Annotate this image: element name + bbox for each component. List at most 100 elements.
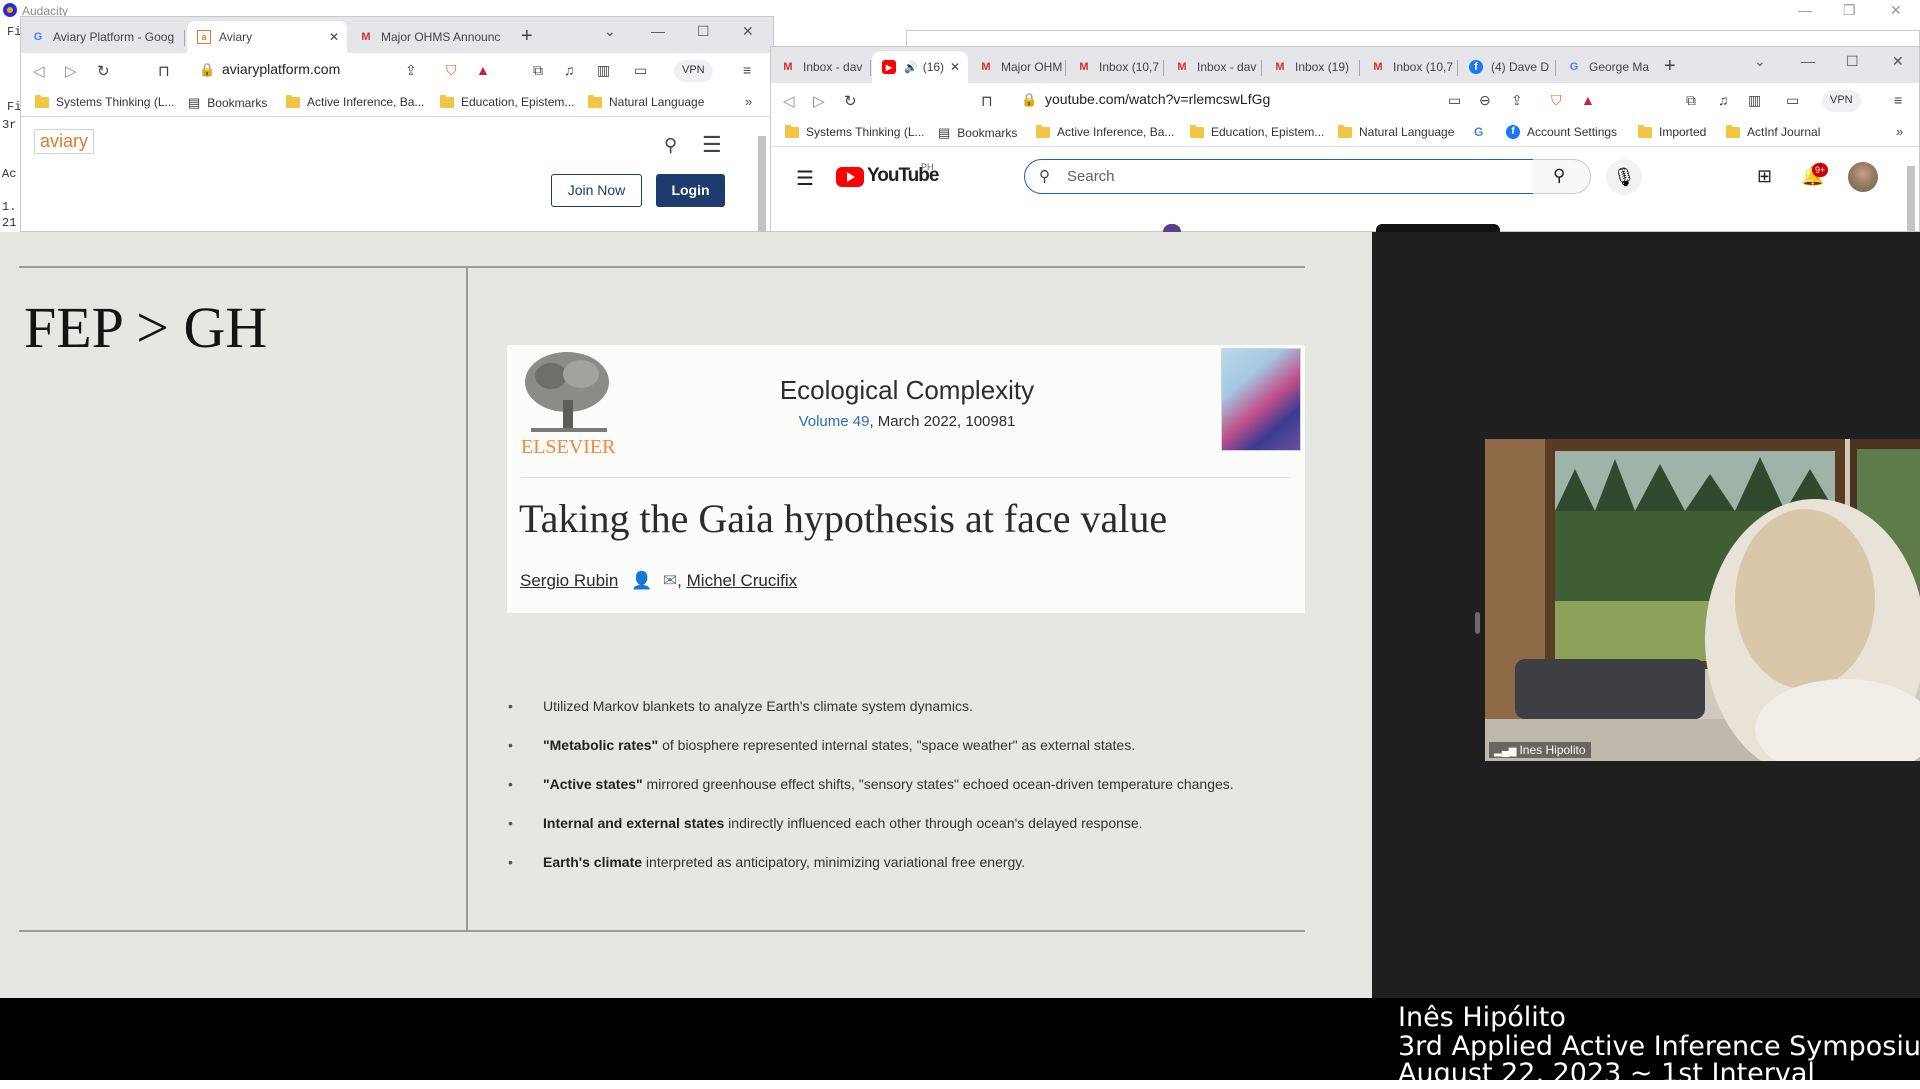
- extensions-icon[interactable]: ⧉: [533, 62, 543, 79]
- minimize-icon[interactable]: —: [1798, 2, 1812, 18]
- wallet-icon[interactable]: ▭: [634, 62, 647, 79]
- tab-inbox-5[interactable]: M Inbox (10,7: [1361, 51, 1458, 83]
- address-bar[interactable]: youtube.com/watch?v=rlemcswLfGg: [1045, 91, 1270, 107]
- close-tab-icon[interactable]: ✕: [329, 30, 339, 44]
- tab-inbox-1[interactable]: M Inbox - dav: [771, 51, 871, 83]
- avatar[interactable]: [1848, 162, 1878, 192]
- bookmark-folder-natural-language[interactable]: Natural Language: [588, 94, 704, 109]
- restore-icon[interactable]: ❐: [1843, 2, 1856, 19]
- bookmark-icon[interactable]: ⊓: [158, 62, 170, 80]
- bookmark-account-settings[interactable]: f Account Settings: [1506, 125, 1617, 139]
- brave-rewards-icon[interactable]: ▲: [476, 62, 490, 78]
- share-icon[interactable]: ⇪: [405, 62, 417, 79]
- aviary-logo[interactable]: aviary: [34, 129, 95, 154]
- bookmark-bookmarks[interactable]: ▤ Bookmarks: [188, 95, 267, 111]
- back-icon[interactable]: ◁: [783, 92, 795, 110]
- hamburger-menu-icon[interactable]: ☰: [702, 132, 722, 158]
- bookmark-folder-education[interactable]: Education, Epistem...: [440, 94, 574, 109]
- cast-icon[interactable]: ▭: [1448, 92, 1461, 109]
- tab-search-icon[interactable]: ⌄: [1754, 53, 1766, 70]
- tab-google[interactable]: G George Ma: [1557, 51, 1654, 83]
- email-icon[interactable]: ✉: [663, 571, 677, 590]
- minimize-icon[interactable]: —: [651, 23, 665, 39]
- bookmark-folder-imported[interactable]: Imported: [1638, 124, 1706, 139]
- bookmark-folder-natural-language[interactable]: Natural Language: [1338, 124, 1454, 139]
- close-window-icon[interactable]: ✕: [742, 23, 754, 40]
- voice-search-icon[interactable]: 🎙: [1606, 159, 1642, 195]
- more-bookmarks-icon[interactable]: »: [745, 94, 752, 109]
- wallet-icon[interactable]: ▭: [1786, 92, 1799, 109]
- tab-inbox-3[interactable]: M Inbox - dav: [1165, 51, 1262, 83]
- maximize-icon[interactable]: ☐: [697, 23, 710, 40]
- address-bar[interactable]: aviaryplatform.com: [222, 61, 340, 77]
- scrollbar[interactable]: [1907, 166, 1915, 232]
- bookmark-bookmarks[interactable]: ▤ Bookmarks: [938, 125, 1017, 141]
- maximize-icon[interactable]: ☐: [1846, 53, 1859, 70]
- sidebar-icon[interactable]: ▥: [1748, 92, 1761, 109]
- tab-facebook[interactable]: f (4) Dave D: [1459, 51, 1556, 83]
- brave-shield-icon[interactable]: ⛉: [446, 62, 457, 79]
- join-now-button[interactable]: Join Now: [551, 174, 642, 207]
- minimize-icon[interactable]: —: [1801, 53, 1815, 69]
- scrollbar[interactable]: [758, 136, 766, 232]
- bookmark-google[interactable]: G: [1474, 125, 1490, 139]
- close-icon[interactable]: ✕: [1890, 2, 1902, 19]
- new-tab-icon[interactable]: +: [1664, 55, 1676, 78]
- person-icon[interactable]: 👤: [631, 571, 652, 590]
- extensions-icon[interactable]: ⧉: [1686, 92, 1696, 109]
- journal-cover-image[interactable]: [1221, 348, 1301, 451]
- media-icon[interactable]: ♫: [564, 62, 575, 78]
- reload-icon[interactable]: ↻: [97, 62, 110, 80]
- tab-aviary[interactable]: a Aviary ✕: [187, 21, 347, 53]
- tab-inbox-4[interactable]: M Inbox (19): [1263, 51, 1360, 83]
- menu-icon[interactable]: ≡: [1894, 92, 1902, 108]
- forward-icon[interactable]: ▷: [65, 62, 77, 80]
- resize-handle[interactable]: [1475, 612, 1480, 634]
- reload-icon[interactable]: ↻: [844, 92, 857, 110]
- sidebar-icon[interactable]: ▥: [597, 62, 610, 79]
- youtube-search-input[interactable]: ⚲ Search: [1024, 159, 1534, 194]
- participant-video[interactable]: ▂▄▆ Ines Hipolito: [1485, 439, 1920, 761]
- brave-shield-icon[interactable]: ⛉: [1551, 92, 1562, 109]
- bookmark-icon[interactable]: ⊓: [981, 92, 993, 110]
- vpn-button[interactable]: VPN: [1822, 90, 1861, 112]
- close-tab-icon[interactable]: ✕: [950, 60, 960, 74]
- volume-link[interactable]: Volume 49: [799, 413, 870, 430]
- bookmark-folder-active-inference[interactable]: Active Inference, Ba...: [1036, 124, 1174, 139]
- search-icon[interactable]: ⚲: [664, 135, 677, 156]
- login-button[interactable]: Login: [656, 174, 725, 207]
- media-icon[interactable]: ♫: [1718, 92, 1729, 108]
- zoom-icon[interactable]: ⊖: [1479, 92, 1491, 109]
- gmail-icon: M: [1177, 61, 1187, 73]
- journal-title[interactable]: Ecological Complexity: [707, 375, 1107, 406]
- tab-youtube[interactable]: ▶ 🔊 (16) ✕: [872, 51, 968, 83]
- tab-major-ohms[interactable]: M Major OHMS Announc: [349, 21, 519, 53]
- tab-search-icon[interactable]: ⌄: [604, 23, 616, 40]
- menu-icon[interactable]: ≡: [743, 62, 751, 78]
- brave-rewards-icon[interactable]: ▲: [1581, 92, 1595, 108]
- close-window-icon[interactable]: ✕: [1892, 53, 1904, 70]
- bookmark-folder-active-inference[interactable]: Active Inference, Ba...: [286, 94, 424, 109]
- bookmark-folder-education[interactable]: Education, Epistem...: [1190, 124, 1324, 139]
- author-link[interactable]: Sergio Rubin: [520, 571, 618, 590]
- bookmark-folder-actinf-journal[interactable]: ActInf Journal: [1726, 124, 1820, 139]
- more-bookmarks-icon[interactable]: »: [1896, 124, 1903, 139]
- create-video-icon[interactable]: ⊞: [1757, 166, 1772, 187]
- tab-aviary-platform-google[interactable]: G Aviary Platform - Goog: [21, 21, 185, 53]
- author-link[interactable]: Michel Crucifix: [687, 571, 798, 590]
- bookmark-folder-systems-thinking[interactable]: Systems Thinking (L...: [785, 124, 925, 139]
- forward-icon[interactable]: ▷: [813, 92, 825, 110]
- bookmark-folder-systems-thinking[interactable]: Systems Thinking (L...: [35, 94, 175, 109]
- new-tab-icon[interactable]: +: [521, 25, 533, 48]
- share-icon[interactable]: ⇪: [1511, 92, 1523, 109]
- youtube-logo-icon[interactable]: [836, 167, 864, 187]
- youtube-guide-menu-icon[interactable]: ☰: [796, 166, 814, 191]
- tab-label: Inbox - dav: [803, 60, 863, 74]
- tab-inbox-2[interactable]: M Inbox (10,7: [1067, 51, 1164, 83]
- back-icon[interactable]: ◁: [33, 62, 45, 80]
- paper-title: Taking the Gaia hypothesis at face value: [519, 496, 1168, 541]
- youtube-search-button[interactable]: ⚲: [1533, 159, 1591, 194]
- vpn-button[interactable]: VPN: [674, 60, 713, 82]
- tab-major-ohm[interactable]: M Major OHM: [969, 51, 1066, 83]
- paper-card: ELSEVIER Ecological Complexity Volume 49…: [507, 345, 1305, 613]
